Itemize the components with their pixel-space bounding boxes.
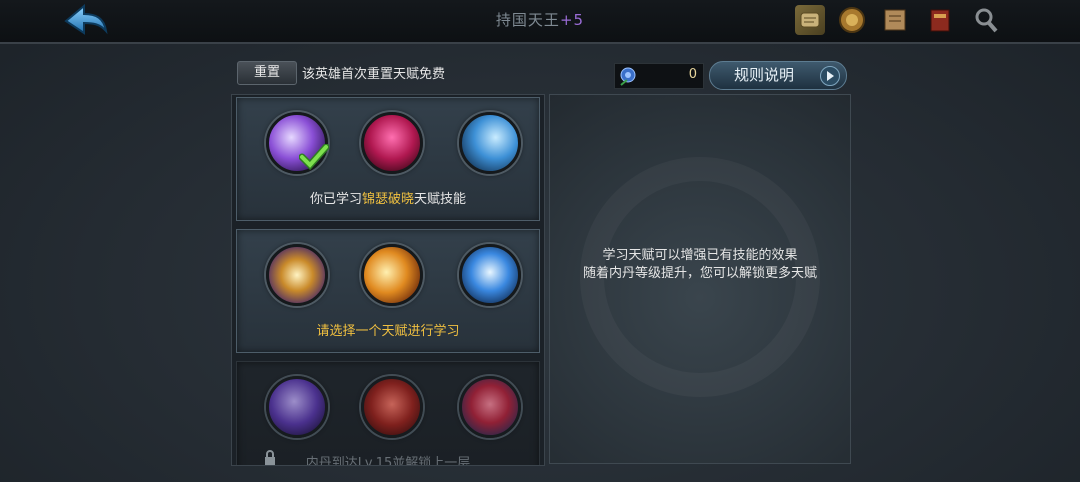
blue-rose-icon	[620, 67, 636, 86]
hero-level-suffix: +5	[559, 11, 585, 29]
tier-2-prompt: 请选择一个天赋进行学习	[316, 324, 460, 339]
flame-strike-skill-icon[interactable]	[361, 244, 423, 306]
tier-3-unlock-hint: 内丹到达Lv.15並解锁上一层	[305, 456, 471, 466]
description-line-2: 随着内丹等级提升，您可以解锁更多天赋	[582, 266, 817, 281]
currency-value: 0	[688, 67, 697, 82]
reset-button[interactable]: 重置	[237, 61, 297, 85]
medal-icon[interactable]	[837, 5, 867, 35]
rules-button[interactable]: 规则说明	[709, 61, 847, 90]
crimson-sword-skill-icon[interactable]	[361, 376, 423, 438]
rules-button-label: 规则说明	[734, 66, 795, 84]
play-icon	[820, 66, 840, 86]
book-icon[interactable]	[880, 5, 910, 35]
talent-tier-2: 请选择一个天赋进行学习	[236, 229, 540, 353]
violet-wind-skill-icon[interactable]	[266, 376, 328, 438]
hero-name: 持国天王	[495, 11, 560, 29]
tier-1-status: 你已学习锦瑟破晓天赋技能	[237, 188, 539, 207]
reset-free-note: 该英雄首次重置天赋免费	[302, 67, 446, 82]
talent-description: 学习天赋可以增强已有技能的效果 随着内丹等级提升，您可以解锁更多天赋	[550, 247, 850, 283]
scroll-icon[interactable]	[795, 5, 825, 35]
top-bar: 持国天王+5	[0, 0, 1080, 44]
azure-sword-skill-icon[interactable]	[459, 244, 521, 306]
golden-shield-skill-icon[interactable]	[266, 244, 328, 306]
learned-check-icon	[299, 144, 329, 170]
ice-blade-skill-icon[interactable]	[459, 112, 521, 174]
tier-1-label-prefix: 你已学习	[309, 192, 362, 207]
talent-tier-1: 你已学习锦瑟破晓天赋技能	[236, 97, 540, 221]
tier-1-label-suffix: 天赋技能	[414, 192, 467, 207]
phoenix-wing-skill-icon[interactable]	[459, 376, 521, 438]
tome-icon[interactable]	[925, 5, 955, 35]
currency-display: 0	[614, 63, 704, 89]
talent-description-panel: 学习天赋可以增强已有技能的效果 随着内丹等级提升，您可以解锁更多天赋	[549, 94, 851, 464]
crimson-sword-skill-icon[interactable]	[361, 112, 423, 174]
magnifier-icon[interactable]	[971, 5, 1001, 35]
page-title: 持国天王+5	[0, 9, 1080, 30]
talent-tier-3: 内丹到达Lv.15並解锁上一层	[236, 361, 540, 466]
learned-skill-name: 锦瑟破晓	[361, 192, 414, 207]
talent-tier-list[interactable]: 你已学习锦瑟破晓天赋技能 请选择一个天赋进行学习 内丹到达Lv.15並解锁上一层	[231, 94, 545, 466]
description-line-1: 学习天赋可以增强已有技能的效果	[602, 248, 798, 263]
